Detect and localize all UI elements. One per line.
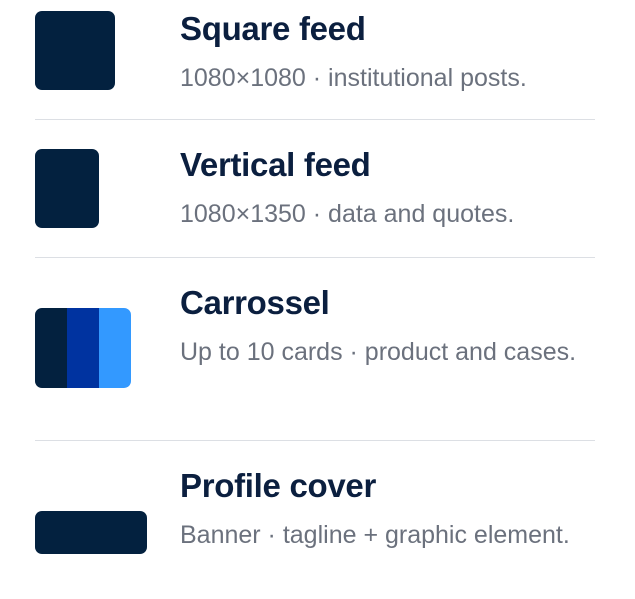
format-item-carrossel: Carrossel Up to 10 cards · product and c… <box>35 258 595 441</box>
carousel-card-1 <box>35 308 67 388</box>
format-description: 1080×1350 · data and quotes. <box>180 200 515 228</box>
carousel-thumbnail <box>35 308 131 388</box>
format-item-profile-cover: Profile cover Banner · tagline + graphic… <box>35 441 595 599</box>
format-title: Square feed <box>180 10 366 47</box>
carousel-card-3 <box>99 308 131 388</box>
format-title: Vertical feed <box>180 146 371 183</box>
format-item-vertical-feed: Vertical feed 1080×1350 · data and quote… <box>35 120 595 258</box>
format-title: Profile cover <box>180 467 377 504</box>
format-description: Up to 10 cards · product and cases. <box>180 338 577 366</box>
format-description: Banner · tagline + graphic element. <box>180 521 570 549</box>
format-title: Carrossel <box>180 284 330 321</box>
format-description: 1080×1080 · institutional posts. <box>180 64 527 92</box>
square-thumbnail <box>35 11 115 90</box>
format-item-square-feed: Square feed 1080×1080 · institutional po… <box>35 0 595 120</box>
banner-thumbnail <box>35 511 147 554</box>
vertical-thumbnail <box>35 149 99 228</box>
format-list: Square feed 1080×1080 · institutional po… <box>35 0 595 599</box>
carousel-card-2 <box>67 308 99 388</box>
